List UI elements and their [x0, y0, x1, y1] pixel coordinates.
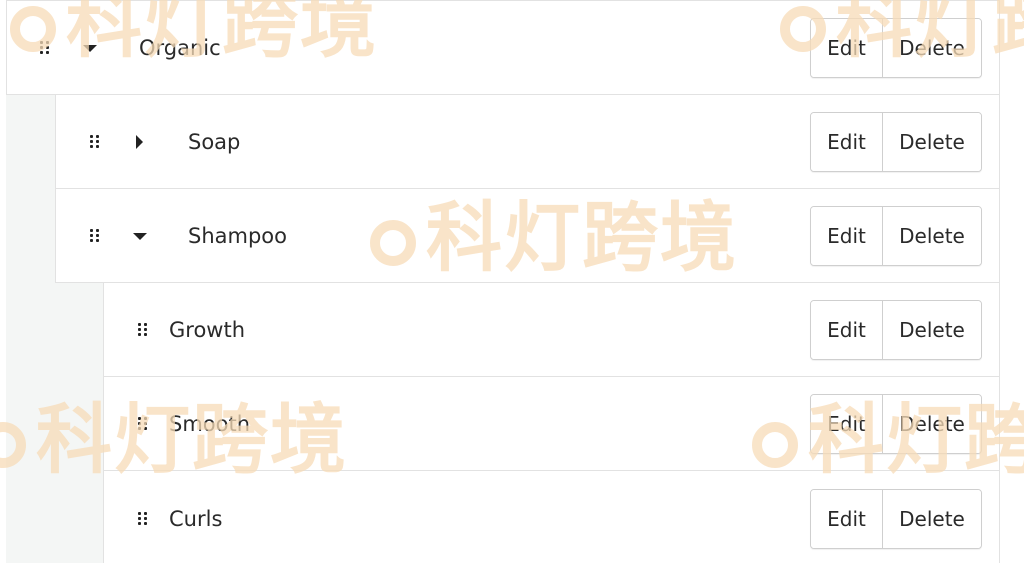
row-actions: Edit Delete	[810, 111, 982, 172]
tree-row-label: Shampoo	[188, 223, 287, 248]
delete-button[interactable]: Delete	[883, 206, 981, 265]
caret-down-icon[interactable]	[83, 44, 97, 52]
drag-handle-icon[interactable]	[138, 322, 148, 337]
drag-handle-icon[interactable]	[40, 40, 50, 55]
edit-button[interactable]: Edit	[811, 394, 883, 453]
delete-button[interactable]: Delete	[883, 490, 981, 548]
row-actions: Edit Delete	[810, 393, 982, 454]
drag-handle-icon[interactable]	[138, 416, 148, 431]
tree-row-label: Growth	[169, 317, 246, 342]
caret-right-icon[interactable]	[136, 134, 143, 149]
indent-guide-level-2	[56, 282, 105, 563]
tree-row-label: Curls	[169, 506, 223, 531]
tree-row-label: Organic	[139, 35, 221, 60]
tree-row-organic[interactable]: Organic Edit Delete	[6, 0, 1000, 95]
row-actions: Edit Delete	[810, 299, 982, 360]
edit-button[interactable]: Edit	[811, 490, 883, 548]
tree-row-smooth[interactable]: Smooth Edit Delete	[103, 376, 1000, 471]
drag-handle-icon[interactable]	[90, 228, 100, 243]
tree-row-label: Smooth	[169, 411, 251, 436]
delete-button[interactable]: Delete	[883, 112, 981, 171]
tree-row-growth[interactable]: Growth Edit Delete	[103, 282, 1000, 377]
row-actions: Edit Delete	[810, 489, 982, 549]
tree-row-shampoo[interactable]: Shampoo Edit Delete	[55, 188, 1000, 283]
tree-row-soap[interactable]: Soap Edit Delete	[55, 94, 1000, 189]
edit-button[interactable]: Edit	[811, 112, 883, 171]
edit-button[interactable]: Edit	[811, 300, 883, 359]
category-tree: Organic Edit Delete Soap Edit Delete Sha…	[0, 0, 1000, 563]
edit-button[interactable]: Edit	[811, 18, 883, 77]
delete-button[interactable]: Delete	[883, 18, 981, 77]
drag-handle-icon[interactable]	[138, 512, 148, 526]
drag-handle-icon[interactable]	[90, 134, 100, 149]
indent-guide-level-1	[6, 94, 57, 563]
edit-button[interactable]: Edit	[811, 206, 883, 265]
delete-button[interactable]: Delete	[883, 394, 981, 453]
row-actions: Edit Delete	[810, 17, 982, 78]
row-actions: Edit Delete	[810, 205, 982, 266]
tree-row-curls[interactable]: Curls Edit Delete	[103, 470, 1000, 563]
delete-button[interactable]: Delete	[883, 300, 981, 359]
caret-down-icon[interactable]	[133, 232, 147, 240]
tree-row-label: Soap	[188, 129, 241, 154]
